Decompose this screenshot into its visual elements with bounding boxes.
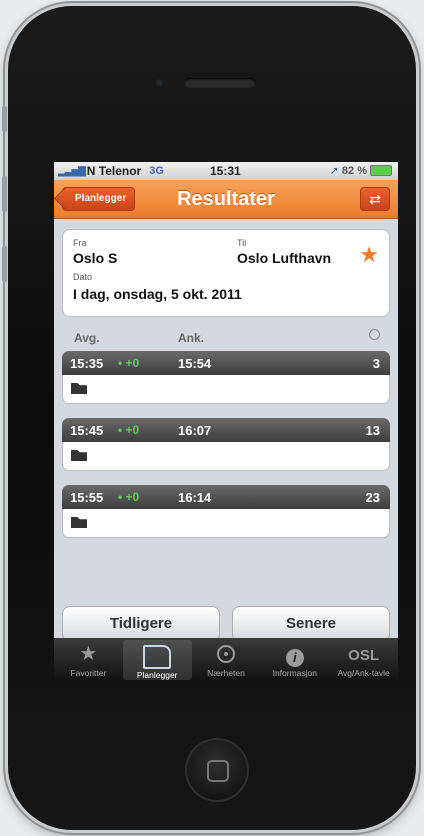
tab-label: Avg/Ank-tavle: [337, 668, 390, 678]
location-icon: [192, 642, 261, 666]
battery-percent: 82 %: [341, 164, 367, 177]
trip-count: 3: [372, 356, 380, 371]
earpiece-speaker: [184, 78, 256, 88]
trip-row[interactable]: 15:55 • +0 16:14 23: [62, 485, 390, 538]
screen: ▂▃▅▇ N Telenor 3G 15:31 ➚ 82 % Planlegge…: [54, 162, 398, 682]
later-button[interactable]: Senere: [232, 606, 390, 642]
planner-icon: [123, 644, 192, 669]
trip-delay: • +0: [118, 423, 140, 437]
train-icon: [71, 517, 87, 528]
trip-departure: 15:35: [70, 356, 104, 371]
earlier-button[interactable]: Tidligere: [62, 606, 220, 642]
tab-naerheten[interactable]: Nærheten: [192, 638, 261, 682]
status-bar: ▂▃▅▇ N Telenor 3G 15:31 ➚ 82 %: [54, 162, 398, 180]
status-time: 15:31: [210, 164, 241, 178]
star-icon: ★: [79, 643, 98, 665]
train-icon: [71, 383, 87, 394]
network-type: 3G: [149, 165, 164, 177]
trip-arrival: 15:54: [178, 356, 212, 371]
journey-card: Fra Oslo S Til Oslo Lufthavn ★ Dato I da…: [62, 229, 390, 317]
tab-favoritter[interactable]: ★ Favoritter: [54, 638, 123, 682]
tab-label: Favoritter: [70, 668, 107, 678]
tab-label: Planlegger: [136, 670, 178, 680]
tab-label: Informasjon: [272, 668, 317, 678]
clock-icon: [369, 329, 380, 340]
from-value: Oslo S: [73, 250, 118, 266]
battery-icon: [370, 165, 392, 176]
mute-switch: [2, 106, 7, 132]
home-button[interactable]: [185, 738, 249, 802]
signal-icon: ▂▃▅▇: [58, 165, 86, 177]
train-icon: [71, 450, 87, 461]
carrier-name: N Telenor: [86, 164, 142, 178]
home-square-icon: [207, 760, 229, 782]
trip-arrival: 16:07: [178, 423, 212, 438]
pagination-buttons: Tidligere Senere: [62, 606, 390, 642]
battery-area: ➚ 82 %: [330, 164, 392, 177]
trip-departure: 15:55: [70, 490, 104, 505]
trip-row[interactable]: 15:35 • +0 15:54 3: [62, 351, 390, 404]
trip-delay: • +0: [118, 490, 140, 504]
osl-logo-icon: OSL: [329, 642, 398, 666]
navigation-bar: Planlegger Resultater ⇄: [54, 180, 398, 219]
tab-bar: ★ Favoritter Planlegger Nærheten i Infor…: [54, 638, 398, 682]
trip-arrival: 16:14: [178, 490, 212, 505]
osl-logo-text: OSL: [348, 647, 379, 664]
to-label: Til: [237, 238, 247, 248]
arrival-column-header: Ank.: [178, 331, 205, 345]
refresh-button[interactable]: ⇄: [360, 187, 390, 211]
iphone-frame: ▂▃▅▇ N Telenor 3G 15:31 ➚ 82 % Planlegge…: [2, 6, 416, 830]
from-label: Fra: [73, 238, 87, 248]
trip-departure: 15:45: [70, 423, 104, 438]
volume-up-button: [2, 176, 7, 212]
tab-planlegger[interactable]: Planlegger: [122, 640, 192, 680]
departure-column-header: Avg.: [74, 331, 100, 345]
tab-label: Nærheten: [207, 668, 245, 678]
tab-avg-ank-tavle[interactable]: OSL Avg/Ank-tavle: [329, 638, 398, 682]
tab-informasjon[interactable]: i Informasjon: [260, 638, 329, 682]
location-arrow-icon: ➚: [329, 165, 339, 177]
front-camera: [154, 78, 164, 88]
trip-count: 23: [365, 490, 380, 505]
info-icon: i: [260, 642, 329, 667]
column-headers: Avg. Ank.: [54, 327, 398, 351]
trip-delay: • +0: [118, 356, 140, 370]
date-value: I dag, onsdag, 5 okt. 2011: [73, 286, 242, 302]
trip-count: 13: [365, 423, 380, 438]
trip-row[interactable]: 15:45 • +0 16:07 13: [62, 418, 390, 471]
back-button[interactable]: Planlegger: [62, 187, 136, 211]
back-button-label: Planlegger: [75, 193, 127, 204]
volume-down-button: [2, 246, 7, 282]
page-title: Resultater: [177, 187, 275, 210]
refresh-icon: ⇄: [369, 191, 381, 207]
date-label: Dato: [73, 272, 93, 282]
to-value: Oslo Lufthavn: [237, 250, 332, 266]
favorite-star-icon[interactable]: ★: [359, 242, 379, 268]
